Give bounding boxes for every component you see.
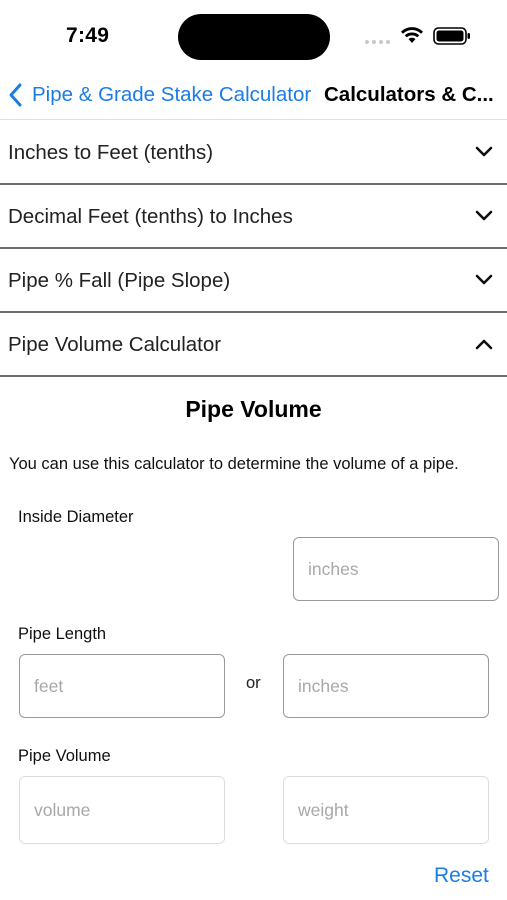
accordion-pipe-volume[interactable]: Pipe Volume Calculator xyxy=(0,313,507,377)
accordion-decimal-feet-to-inches[interactable]: Decimal Feet (tenths) to Inches xyxy=(0,185,507,249)
pipe-volume-output xyxy=(19,776,225,844)
pipe-volume-label: Pipe Volume xyxy=(18,747,111,765)
accordion-label: Pipe % Fall (Pipe Slope) xyxy=(8,269,231,292)
status-bar: 7:49 xyxy=(0,0,507,72)
chevron-down-icon xyxy=(475,210,493,221)
accordion-label: Pipe Volume Calculator xyxy=(8,333,222,356)
accordion-label: Decimal Feet (tenths) to Inches xyxy=(8,205,293,228)
or-separator: or xyxy=(246,674,261,692)
calculator-description: You can use this calculator to determine… xyxy=(9,455,459,473)
pipe-weight-output xyxy=(283,776,489,844)
accordion-label: Inches to Feet (tenths) xyxy=(8,141,214,164)
pipe-length-label: Pipe Length xyxy=(18,625,107,643)
inside-diameter-inches-input[interactable] xyxy=(293,537,499,601)
inside-diameter-label: Inside Diameter xyxy=(18,508,134,526)
battery-icon xyxy=(433,27,470,45)
back-button-label: Pipe & Grade Stake Calculator xyxy=(32,83,312,106)
reset-button[interactable]: Reset xyxy=(434,864,489,888)
signal-icon xyxy=(365,39,393,45)
calculator-title: Pipe Volume xyxy=(185,396,322,422)
accordion-inches-to-feet[interactable]: Inches to Feet (tenths) xyxy=(0,121,507,185)
wifi-icon xyxy=(401,27,423,43)
chevron-down-icon xyxy=(475,146,493,157)
accordion-pipe-fall[interactable]: Pipe % Fall (Pipe Slope) xyxy=(0,249,507,313)
pipe-length-inches-input[interactable] xyxy=(283,654,489,718)
status-time: 7:49 xyxy=(66,24,110,47)
pipe-length-feet-input[interactable] xyxy=(19,654,225,718)
page-title: Calculators & C... xyxy=(324,83,494,106)
back-button[interactable]: Pipe & Grade Stake Calculator xyxy=(6,80,311,110)
dynamic-island xyxy=(178,14,330,60)
chevron-left-icon xyxy=(9,83,22,107)
navigation-bar: Pipe & Grade Stake Calculator Calculator… xyxy=(0,72,507,120)
chevron-up-icon xyxy=(475,339,493,350)
chevron-down-icon xyxy=(475,274,493,285)
